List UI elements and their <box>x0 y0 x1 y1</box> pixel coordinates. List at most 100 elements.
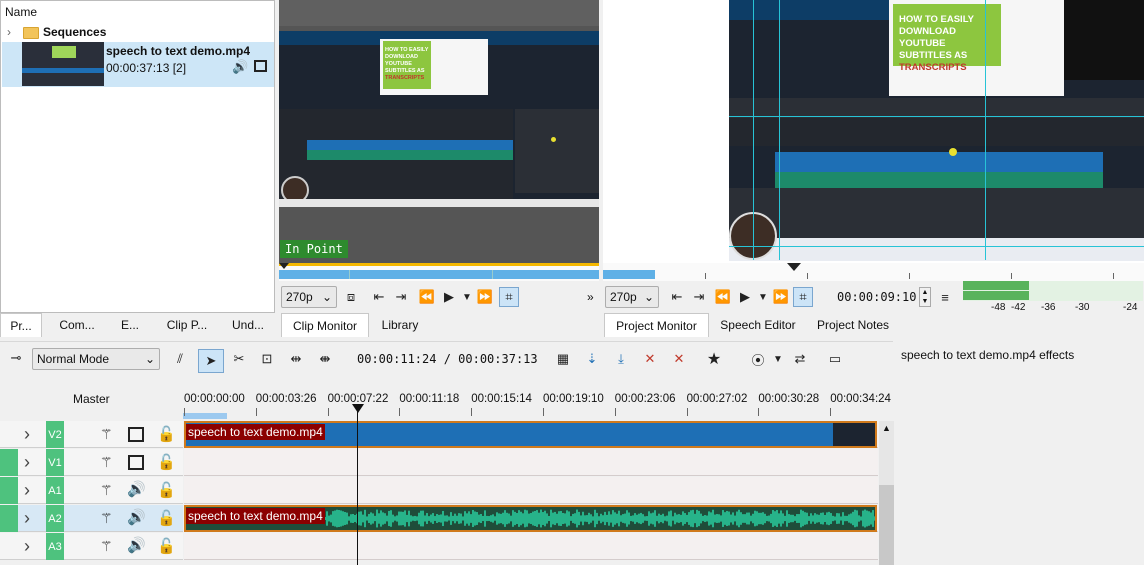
multicam-icon[interactable]: ▦ <box>553 349 573 369</box>
expand-track-icon[interactable]: › <box>24 424 30 445</box>
track-header-v1[interactable]: › V1 ⚚ 🔓 <box>0 449 183 476</box>
expand-track-icon[interactable]: › <box>24 480 30 501</box>
clip-monitor-zoom-select[interactable]: 270p ⌄ <box>281 286 337 308</box>
rewind-icon[interactable]: ⏪ <box>713 287 733 307</box>
speaker-icon[interactable]: 🔊 <box>127 508 146 526</box>
effects-wand-icon[interactable]: ⚚ <box>100 454 113 471</box>
project-monitor-timecode[interactable]: 00:00:09:10 <box>837 290 916 304</box>
tab-project[interactable]: Pr... <box>0 313 42 337</box>
expand-track-icon[interactable]: › <box>24 452 30 473</box>
timecode-spinner[interactable]: ▲ ▼ <box>919 287 931 307</box>
crop-icon[interactable]: ⌗ <box>793 287 813 307</box>
track-header-v2[interactable]: › V2 ⚚ 🔓 <box>0 421 183 448</box>
tab-compositions[interactable]: Com... <box>46 313 108 337</box>
set-in-point-icon[interactable]: ⇤ <box>369 287 389 307</box>
track-name[interactable]: V2 <box>46 421 64 448</box>
bin-folder-sequences[interactable]: › Sequences <box>1 24 274 42</box>
track-header-a1[interactable]: › A1 ⚚ 🔊 🔓 <box>0 477 183 504</box>
tab-speech-editor[interactable]: Speech Editor <box>711 313 805 337</box>
forward-icon[interactable]: ⏩ <box>475 287 495 307</box>
film-icon[interactable] <box>128 427 144 442</box>
track-lane-v1[interactable] <box>184 449 878 476</box>
track-name[interactable]: A1 <box>46 477 64 504</box>
slip-tool-icon[interactable]: ⇼ <box>315 349 335 369</box>
project-monitor-zoom-select[interactable]: 270p ⌄ <box>605 286 659 308</box>
track-name[interactable]: A3 <box>46 533 64 560</box>
tab-undo-history[interactable]: Und... <box>224 313 272 337</box>
clip-label: speech to text demo.mp4 <box>186 508 325 524</box>
more-chevron-icon[interactable]: » <box>587 290 594 304</box>
effects-wand-icon[interactable]: ⚚ <box>100 510 113 527</box>
preview-render-icon[interactable]: ⦿ <box>748 349 768 369</box>
effects-wand-icon[interactable]: ⚚ <box>100 426 113 443</box>
bin-column-name[interactable]: Name <box>5 5 37 19</box>
set-out-point-icon[interactable]: ⇥ <box>689 287 709 307</box>
track-options-icon[interactable]: ⊸ <box>6 348 26 368</box>
tab-effects[interactable]: E... <box>110 313 150 337</box>
forward-icon[interactable]: ⏩ <box>771 287 791 307</box>
speaker-icon[interactable]: 🔊 <box>127 480 146 498</box>
timeline-video-clip[interactable]: speech to text demo.mp4 <box>184 421 877 448</box>
lift-icon[interactable]: ✕ <box>640 349 660 369</box>
mixer-icon[interactable]: ⇄ <box>790 349 810 369</box>
clip-monitor-view[interactable]: HOW TO EASILY DOWNLOAD YOUTUBE SUBTITLES A… <box>279 0 599 263</box>
clip-monitor-ruler[interactable] <box>279 263 599 281</box>
tab-clip-monitor[interactable]: Clip Monitor <box>281 313 369 337</box>
preview-chevron-icon[interactable]: ▼ <box>768 349 788 369</box>
film-icon[interactable] <box>128 455 144 470</box>
audio-level-bar <box>963 281 1029 290</box>
track-header-a3[interactable]: › A3 ⚚ 🔊 🔓 <box>0 533 183 560</box>
bin-clip-item[interactable]: speech to text demo.mp4 00:00:37:13 [2] … <box>2 42 274 87</box>
play-options-chevron-icon[interactable]: ▼ <box>753 287 773 307</box>
ruler-tick-label: 00:00:11:18 <box>399 393 460 405</box>
expand-track-icon[interactable]: › <box>24 508 30 529</box>
selection-tool-icon[interactable]: ➤ <box>198 349 224 373</box>
scroll-up-icon[interactable]: ▲ <box>882 423 891 433</box>
favorite-star-icon[interactable]: ★ <box>704 349 724 369</box>
ripple-tool-icon[interactable]: ⇹ <box>286 349 306 369</box>
tab-project-monitor[interactable]: Project Monitor <box>604 313 709 337</box>
tab-clip-properties[interactable]: Clip P... <box>152 313 222 337</box>
razor-multi-icon[interactable]: ⫽ <box>170 349 190 369</box>
lock-icon[interactable]: 🔓 <box>157 425 176 443</box>
lock-icon[interactable]: 🔓 <box>157 509 176 527</box>
project-monitor-ruler[interactable] <box>603 263 1144 281</box>
crop-icon[interactable]: ⌗ <box>499 287 519 307</box>
tab-project-notes[interactable]: Project Notes <box>807 313 899 337</box>
spacer-tool-icon[interactable]: ⊡ <box>257 349 277 369</box>
set-in-point-icon[interactable]: ⇤ <box>667 287 687 307</box>
track-name[interactable]: A2 <box>46 505 64 532</box>
monitor-overlay-icon[interactable]: ⧈ <box>341 287 361 307</box>
play-icon[interactable]: ▶ <box>735 287 755 307</box>
play-options-chevron-icon[interactable]: ▼ <box>457 287 477 307</box>
track-lane-a1[interactable] <box>184 477 878 504</box>
menu-icon[interactable]: ≡ <box>935 287 955 307</box>
edit-mode-select[interactable]: Normal Mode ⌄ <box>32 348 160 370</box>
timeline-timecode[interactable]: 00:00:11:24 / 00:00:37:13 <box>357 352 538 366</box>
lock-icon[interactable]: 🔓 <box>157 481 176 499</box>
lock-icon[interactable]: 🔓 <box>157 453 176 471</box>
track-lane-a3[interactable] <box>184 533 878 560</box>
chevron-right-icon[interactable]: › <box>7 25 11 39</box>
set-out-point-icon[interactable]: ⇥ <box>391 287 411 307</box>
effects-wand-icon[interactable]: ⚚ <box>100 538 113 555</box>
project-monitor-view[interactable]: HOW TO EASILY DOWNLOAD YOUTUBE SUBTITLES A… <box>603 0 1144 263</box>
extract-icon[interactable]: ✕ <box>669 349 689 369</box>
timeline-playhead[interactable] <box>357 404 358 565</box>
insert-icon[interactable]: ⇣ <box>582 349 602 369</box>
cut-tool-icon[interactable]: ✂ <box>229 349 249 369</box>
overwrite-icon[interactable]: ⤓ <box>611 349 631 369</box>
subtitle-icon[interactable]: ▭ <box>825 349 845 369</box>
tab-library[interactable]: Library <box>371 313 429 337</box>
track-header-a2[interactable]: › A2 ⚚ 🔊 🔓 <box>0 505 183 532</box>
playhead-marker-icon[interactable] <box>352 404 364 413</box>
rewind-icon[interactable]: ⏪ <box>417 287 437 307</box>
lock-icon[interactable]: 🔓 <box>157 537 176 555</box>
speaker-icon[interactable]: 🔊 <box>127 536 146 554</box>
expand-track-icon[interactable]: › <box>24 536 30 557</box>
timeline-scrollbar[interactable]: ▲ <box>879 421 894 565</box>
play-icon[interactable]: ▶ <box>439 287 459 307</box>
timeline-audio-clip[interactable]: speech to text demo.mp4 <box>184 505 877 532</box>
effects-wand-icon[interactable]: ⚚ <box>100 482 113 499</box>
track-name[interactable]: V1 <box>46 449 64 476</box>
